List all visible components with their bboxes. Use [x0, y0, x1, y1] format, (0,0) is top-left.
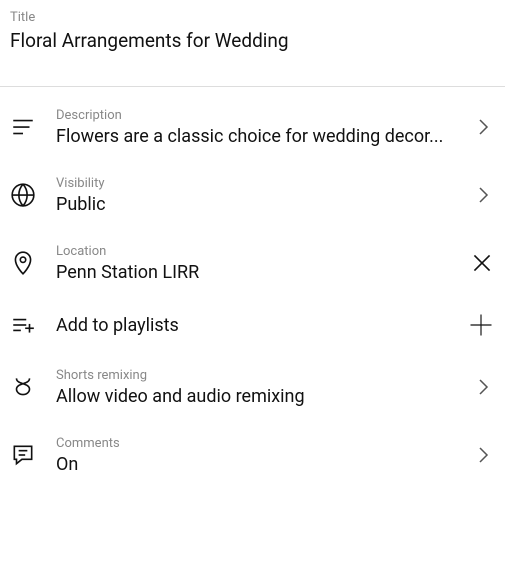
location-pin-icon [10, 250, 56, 276]
row-playlists[interactable]: Add to playlists [0, 297, 505, 353]
remixing-label: Shorts remixing [56, 368, 455, 383]
row-visibility[interactable]: Visibility Public [0, 161, 505, 229]
comments-label: Comments [56, 436, 455, 451]
chevron-right-icon [455, 443, 495, 467]
description-label: Description [56, 108, 455, 123]
playlist-add-icon [10, 312, 56, 338]
visibility-label: Visibility [56, 176, 455, 191]
playlists-label: Add to playlists [56, 315, 455, 336]
comments-icon [10, 442, 56, 468]
location-label: Location [56, 244, 455, 259]
location-content: Location Penn Station LIRR [56, 244, 455, 283]
visibility-content: Visibility Public [56, 176, 455, 215]
row-description[interactable]: Description Flowers are a classic choice… [0, 93, 505, 161]
chevron-right-icon [455, 375, 495, 399]
row-comments[interactable]: Comments On [0, 421, 505, 489]
remixing-content: Shorts remixing Allow video and audio re… [56, 368, 455, 407]
clear-location-button[interactable] [455, 250, 495, 276]
visibility-value: Public [56, 194, 455, 215]
row-remixing[interactable]: Shorts remixing Allow video and audio re… [0, 353, 505, 421]
chevron-right-icon [455, 183, 495, 207]
playlists-content: Add to playlists [56, 315, 455, 336]
title-value: Floral Arrangements for Wedding [10, 29, 495, 52]
row-location[interactable]: Location Penn Station LIRR [0, 229, 505, 297]
title-label: Title [10, 10, 495, 25]
comments-content: Comments On [56, 436, 455, 475]
globe-icon [10, 182, 56, 208]
comments-value: On [56, 454, 455, 475]
description-content: Description Flowers are a classic choice… [56, 108, 455, 147]
description-icon [10, 114, 56, 140]
divider [0, 86, 505, 87]
shorts-remix-icon [10, 374, 56, 400]
chevron-right-icon [455, 115, 495, 139]
title-section[interactable]: Title Floral Arrangements for Wedding [0, 0, 505, 66]
description-value: Flowers are a classic choice for wedding… [56, 126, 455, 147]
location-value: Penn Station LIRR [56, 262, 455, 283]
remixing-value: Allow video and audio remixing [56, 386, 455, 407]
add-playlist-button[interactable] [455, 311, 495, 339]
